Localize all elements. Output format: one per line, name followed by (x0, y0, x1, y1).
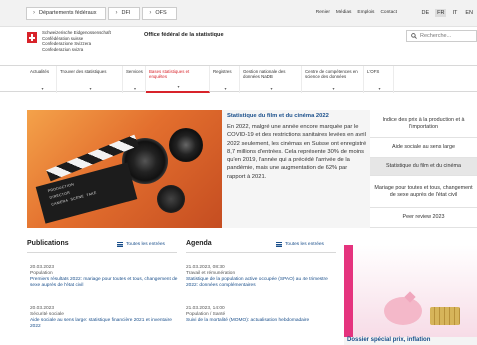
swiss-flag-icon[interactable] (27, 32, 37, 43)
teaser-side-list: Indice des prix à la production et à l'i… (370, 110, 477, 228)
chevron-down-icon: ▾ (270, 85, 273, 91)
link-medias[interactable]: Médias (336, 10, 351, 15)
lang-en[interactable]: EN (463, 9, 475, 17)
hero-image[interactable]: PRODUCTION DIRECTOR CAMERA SCENE TAKE (27, 110, 222, 228)
breadcrumb-label: Départements fédéraux (39, 10, 97, 16)
list-icon (276, 242, 282, 247)
agenda-all-link[interactable]: Toutes les entrées (276, 242, 324, 247)
publications-heading: Publications (27, 240, 69, 247)
nav-item-services[interactable]: Services ▾ (123, 66, 146, 93)
breadcrumb-label: OFS (155, 10, 167, 16)
entry-title-link[interactable]: Premiers résultats 2022: mariage pour to… (30, 277, 182, 289)
hero-title[interactable]: Statistique du film et du cinéma 2022 (227, 113, 367, 119)
nav-item-bases[interactable]: Bases statistiques et enquêtes ▾ (146, 66, 210, 93)
service-links: Renier Médias Emplois Contact (316, 10, 397, 15)
divider (186, 252, 336, 253)
list-icon (117, 242, 123, 247)
language-switcher: DE FR IT EN (419, 9, 475, 17)
dossier-promo-card[interactable] (344, 245, 477, 345)
side-item-aide-sociale[interactable]: Aide sociale au sens large (370, 138, 477, 158)
camera-lens-icon (157, 185, 185, 213)
nav-label: L'OFS (367, 69, 380, 74)
nav-item-data-science[interactable]: Centre de compétences en science des don… (302, 66, 364, 93)
link-contact[interactable]: Contact (380, 10, 397, 15)
camera-lens-icon (169, 128, 203, 162)
nav-label: Registres (213, 69, 232, 74)
lang-de[interactable]: DE (419, 9, 431, 17)
lang-it[interactable]: IT (450, 9, 459, 17)
main-navigation: Actualités ▾ Trouver des statistiques ▾ Se… (0, 65, 477, 93)
link-emplois[interactable]: Emplois (357, 10, 374, 15)
breadcrumb-item-dfi[interactable]: › DFI (108, 6, 141, 20)
chevron-down-icon: ▾ (224, 85, 227, 91)
hero-text: En 2022, malgré une année encore marquée… (227, 124, 367, 180)
confederation-name[interactable]: Schweizerische Eidgenossenschaft Confédé… (42, 30, 111, 52)
breadcrumb: › Départements fédéraux › DFI › OFS (26, 6, 179, 20)
piggy-bank-icon (384, 297, 422, 325)
chevron-down-icon: ▾ (41, 85, 44, 91)
search-icon (411, 33, 417, 39)
clapper-label: TAKE (86, 190, 98, 198)
nav-label: Centre de compétences en science des don… (305, 69, 358, 80)
chevron-down-icon: ▾ (378, 85, 381, 91)
promo-title[interactable]: Dossier spécial prix, inflation (347, 337, 430, 343)
hero-body: Statistique du film et du cinéma 2022 En… (227, 113, 367, 181)
office-title: Office fédéral de la statistique (144, 32, 224, 38)
promo-image (344, 245, 477, 337)
publications-all-link[interactable]: Toutes les entrées (117, 242, 165, 247)
entry-title-link[interactable]: Suivi de la mortalité (MOMO): actualisat… (186, 318, 338, 324)
list-item: 20.03.2023 Population Premiers résultats… (30, 265, 182, 289)
search-input[interactable]: Recherche... (406, 30, 477, 42)
coins-icon (430, 307, 460, 325)
nav-label: Services (126, 69, 143, 74)
list-item: 21.03.2023, 14:00 Population / Santé Sui… (186, 306, 338, 324)
side-item-prix[interactable]: Indice des prix à la production et à l'i… (370, 110, 477, 138)
chevron-right-icon: › (149, 10, 152, 16)
side-item-film[interactable]: Statistique du film et du cinéma (370, 158, 477, 176)
nav-label: Trouver des statistiques (60, 69, 107, 74)
agenda-heading: Agenda (186, 240, 212, 247)
chevron-down-icon: ▾ (332, 85, 335, 91)
breadcrumb-item-departements[interactable]: › Départements fédéraux (26, 6, 107, 20)
top-bar: › Départements fédéraux › DFI › OFS Renier … (0, 0, 477, 27)
all-entries-label: Toutes les entrées (126, 242, 165, 247)
all-entries-label: Toutes les entrées (285, 242, 324, 247)
confederation-line: Schweizerische Eidgenossenschaft (42, 30, 111, 35)
list-item: 20.03.2023 Sécurité sociale Aide sociale… (30, 306, 182, 330)
site-header: Schweizerische Eidgenossenschaft Confédé… (0, 27, 477, 65)
nav-item-trouver[interactable]: Trouver des statistiques ▾ (57, 66, 123, 93)
chevron-right-icon: › (115, 10, 118, 16)
promo-accent (344, 245, 353, 337)
chevron-down-icon: ▾ (134, 85, 137, 91)
chevron-down-icon: ▾ (177, 83, 180, 89)
nav-item-nadb[interactable]: Gestion nationale des données NaDB ▾ (240, 66, 302, 93)
breadcrumb-item-ofs[interactable]: › OFS (142, 6, 177, 20)
nav-item-ofs[interactable]: L'OFS ▾ (364, 66, 394, 93)
nav-label: Gestion nationale des données NaDB (243, 69, 286, 80)
nav-item-registres[interactable]: Registres ▾ (210, 66, 240, 93)
nav-item-actualites[interactable]: Actualités ▾ (27, 66, 57, 93)
link-renier[interactable]: Renier (316, 10, 330, 15)
search-placeholder: Recherche... (420, 33, 452, 39)
side-item-mariage[interactable]: Mariage pour toutes et tous, changement … (370, 176, 477, 208)
lang-fr[interactable]: FR (435, 9, 447, 17)
entry-title-link[interactable]: Statistique de la population active occu… (186, 277, 338, 289)
nav-label: Actualités (30, 69, 50, 74)
clapper-label: SCENE (70, 194, 85, 202)
entry-title-link[interactable]: Aide sociale au sens large: statistique … (30, 318, 182, 330)
breadcrumb-label: DFI (121, 10, 131, 16)
divider (27, 252, 177, 253)
chevron-right-icon: › (33, 10, 35, 16)
hero-teaser: PRODUCTION DIRECTOR CAMERA SCENE TAKE St… (27, 110, 370, 228)
side-item-peer-review[interactable]: Peer review 2023 (370, 208, 477, 228)
nav-label: Bases statistiques et enquêtes (149, 69, 190, 80)
chevron-down-icon: ▾ (89, 85, 92, 91)
list-item: 21.03.2023, 08:30 Travail et rémunératio… (186, 265, 338, 289)
confederation-line: Confederaziun svizra (42, 46, 84, 52)
